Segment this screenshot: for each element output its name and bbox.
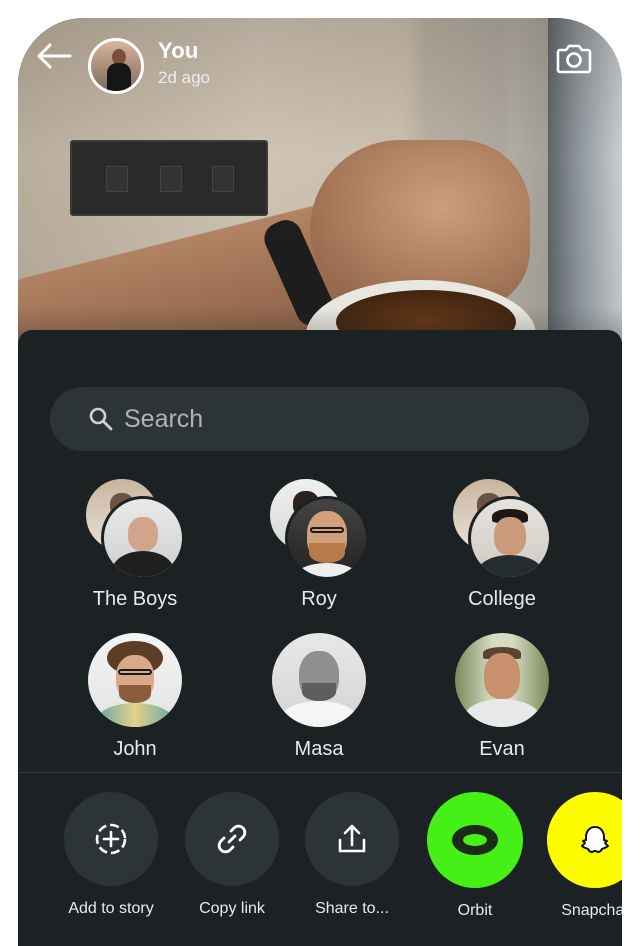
avatar[interactable] xyxy=(88,38,144,94)
action-label: Orbit xyxy=(457,902,493,919)
contact-evan[interactable]: Evan xyxy=(422,630,582,761)
snapchat-button[interactable]: Snapchat xyxy=(535,792,622,920)
share-icon xyxy=(305,792,399,886)
share-to-button[interactable]: Share to... xyxy=(292,792,412,918)
contact-label: Evan xyxy=(479,738,525,760)
action-label: Snapchat xyxy=(561,902,622,919)
group-avatar xyxy=(450,476,552,580)
camera-flip-icon[interactable] xyxy=(554,38,594,78)
contact-label: The Boys xyxy=(92,588,178,610)
search-bar[interactable] xyxy=(50,387,589,451)
contact-john[interactable]: John xyxy=(55,630,215,761)
contact-label: Masa xyxy=(294,738,344,760)
snapchat-ghost-icon xyxy=(547,792,622,888)
action-label: Share to... xyxy=(315,900,389,917)
contact-label: Roy xyxy=(301,588,337,610)
divider xyxy=(18,772,622,773)
story-header: You 2d ago xyxy=(18,18,622,118)
contact-college[interactable]: College xyxy=(422,476,582,611)
contact-label: College xyxy=(468,588,536,610)
orbit-button[interactable]: Orbit xyxy=(415,792,535,920)
group-avatar xyxy=(83,476,185,580)
action-label: Copy link xyxy=(199,900,265,917)
search-icon xyxy=(88,406,114,432)
share-screen: You 2d ago Search The Boys Roy College J… xyxy=(18,18,622,946)
orbit-icon xyxy=(427,792,523,888)
action-label: Add to story xyxy=(68,900,154,917)
back-arrow-icon[interactable] xyxy=(36,42,72,70)
avatar xyxy=(85,630,185,730)
avatar xyxy=(269,630,369,730)
add-to-story-icon xyxy=(64,792,158,886)
add-to-story-button[interactable]: Add to story xyxy=(51,792,171,918)
group-avatar xyxy=(267,476,369,580)
user-name: You xyxy=(158,38,199,63)
post-time: 2d ago xyxy=(158,68,210,87)
contact-label: John xyxy=(113,738,157,760)
search-input[interactable] xyxy=(124,401,564,437)
contact-the-boys[interactable]: The Boys xyxy=(55,476,215,611)
share-sheet: The Boys Roy xyxy=(18,330,622,946)
link-icon xyxy=(185,792,279,886)
copy-link-button[interactable]: Copy link xyxy=(172,792,292,918)
contact-masa[interactable]: Masa xyxy=(239,630,399,761)
share-actions: Add to story Copy link Share to... Orbit… xyxy=(18,792,622,946)
avatar xyxy=(452,630,552,730)
contact-roy[interactable]: Roy xyxy=(239,476,399,611)
